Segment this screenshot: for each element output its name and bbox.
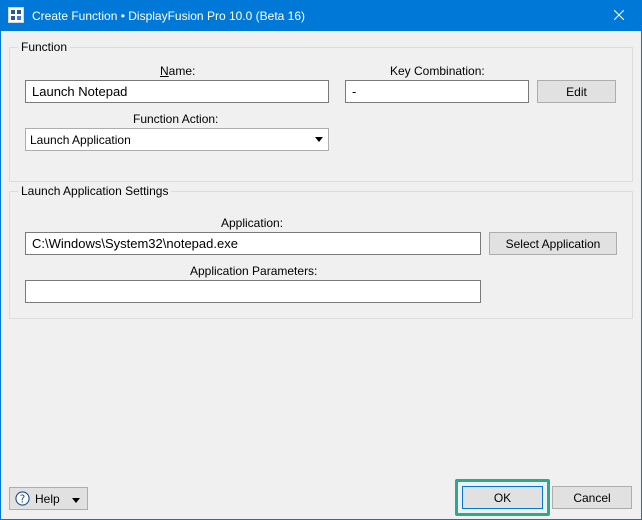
- function-action-label: Function Action:: [133, 112, 219, 126]
- key-combination-input[interactable]: [345, 80, 529, 103]
- name-input[interactable]: [25, 80, 329, 103]
- application-input[interactable]: [25, 232, 481, 255]
- select-application-button[interactable]: Select Application: [489, 232, 617, 255]
- application-parameters-input[interactable]: [25, 280, 481, 303]
- chevron-down-icon: [71, 494, 81, 508]
- function-group-legend: Function: [18, 40, 71, 54]
- select-application-label: Select Application: [505, 236, 601, 251]
- edit-button[interactable]: Edit: [537, 80, 616, 103]
- edit-button-label: Edit: [566, 84, 587, 99]
- close-icon: [613, 9, 625, 23]
- close-button[interactable]: [596, 0, 642, 31]
- key-combination-label: Key Combination:: [390, 64, 485, 78]
- function-action-value: Launch Application: [30, 133, 131, 147]
- chevron-down-icon: [314, 133, 324, 143]
- function-action-dropdown[interactable]: Launch Application: [25, 128, 329, 151]
- ok-label: OK: [493, 490, 512, 505]
- application-parameters-label: Application Parameters:: [190, 264, 318, 278]
- launch-settings-group-legend: Launch Application Settings: [18, 184, 172, 198]
- title-bar: Create Function • DisplayFusion Pro 10.0…: [0, 0, 642, 31]
- launch-application-settings-group: Launch Application Settings Application:…: [9, 184, 633, 319]
- dialog-body: Function Name: Key Combination: Edit Fun…: [1, 31, 641, 519]
- displayfusion-app-icon: [8, 7, 24, 23]
- application-label: Application:: [221, 216, 284, 230]
- cancel-label: Cancel: [573, 490, 611, 505]
- help-dropdown-button[interactable]: ? Help: [9, 487, 88, 510]
- window-title: Create Function • DisplayFusion Pro 10.0…: [32, 9, 305, 23]
- help-label: Help: [35, 491, 60, 506]
- ok-button[interactable]: OK: [462, 486, 543, 509]
- cancel-button[interactable]: Cancel: [552, 486, 632, 509]
- name-label: Name:: [160, 64, 196, 78]
- function-group: Function Name: Key Combination: Edit Fun…: [9, 40, 633, 182]
- svg-text:?: ?: [20, 493, 25, 505]
- help-icon: ?: [15, 491, 30, 506]
